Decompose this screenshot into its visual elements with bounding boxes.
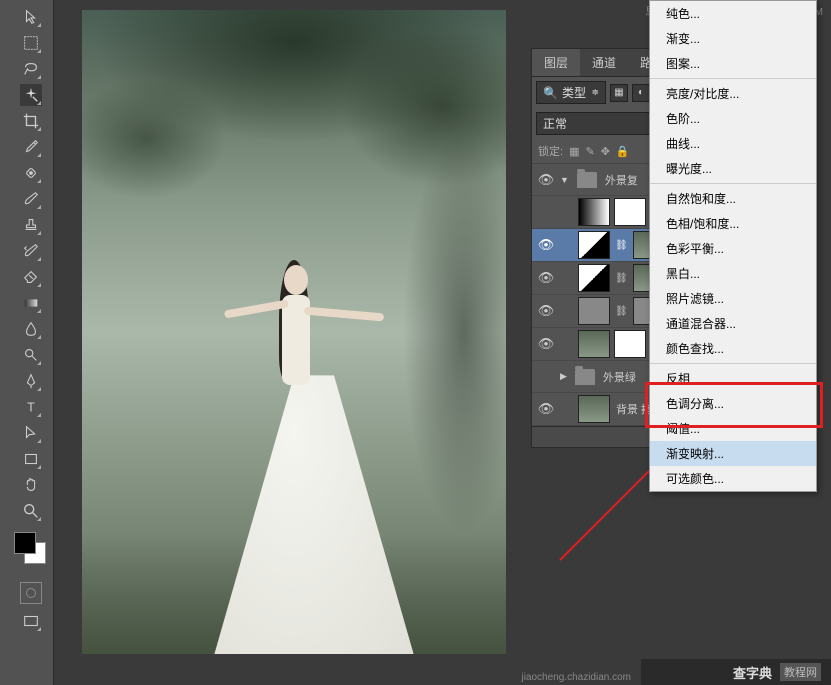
quick-mask-toggle[interactable] (8, 580, 53, 606)
filter-type-dropdown[interactable]: 🔍类型≑ (536, 81, 606, 104)
menu-item[interactable]: 曝光度... (650, 156, 816, 181)
menu-item[interactable]: 纯色... (650, 1, 816, 26)
menu-item[interactable]: 可选颜色... (650, 466, 816, 491)
layer-thumb (578, 297, 610, 325)
svg-text:T: T (27, 401, 35, 415)
lock-position-icon[interactable]: ✥ (601, 145, 610, 158)
site-footer: 查字典 教程网 (641, 659, 831, 685)
tab-layers[interactable]: 图层 (532, 49, 580, 76)
path-selection-tool[interactable] (20, 422, 42, 444)
magic-wand-tool[interactable] (20, 84, 42, 106)
blur-tool[interactable] (20, 318, 42, 340)
menu-item[interactable]: 色阶... (650, 106, 816, 131)
visibility-icon[interactable]: 👁 (536, 336, 556, 352)
menu-item[interactable]: 图案... (650, 51, 816, 76)
foreground-color[interactable] (14, 532, 36, 554)
adjustment-layer-menu: 纯色... 渐变... 图案... 亮度/对比度... 色阶... 曲线... … (649, 0, 817, 492)
lock-transparency-icon[interactable]: ▦ (569, 145, 579, 158)
menu-item[interactable]: 反相 (650, 366, 816, 391)
mask-thumb (614, 330, 646, 358)
menu-item-gradient-map[interactable]: 渐变映射... (650, 441, 816, 466)
menu-item[interactable]: 色彩平衡... (650, 236, 816, 261)
lock-all-icon[interactable]: 🔒 (616, 145, 630, 158)
visibility-icon[interactable]: 👁 (536, 172, 556, 188)
layer-thumb (578, 330, 610, 358)
link-icon: ⛓ (612, 273, 631, 284)
layer-thumb (578, 264, 610, 292)
folder-icon (575, 369, 595, 385)
dodge-tool[interactable] (20, 344, 42, 366)
eraser-tool[interactable] (20, 266, 42, 288)
folder-icon (577, 172, 597, 188)
expand-icon[interactable]: ▶ (556, 371, 571, 382)
zoom-tool[interactable] (20, 500, 42, 522)
visibility-icon[interactable]: 👁 (536, 303, 556, 319)
menu-item[interactable]: 色相/饱和度... (650, 211, 816, 236)
filter-adj-icon[interactable]: ◐ (632, 84, 650, 102)
stamp-tool[interactable] (20, 214, 42, 236)
menu-item[interactable]: 阈值... (650, 416, 816, 441)
menu-item[interactable]: 色调分离... (650, 391, 816, 416)
color-swatches[interactable] (14, 532, 47, 572)
link-icon: ⛓ (612, 306, 631, 317)
screen-mode[interactable] (20, 610, 42, 632)
menu-item[interactable]: 通道混合器... (650, 311, 816, 336)
eyedropper-tool[interactable] (20, 136, 42, 158)
history-brush-tool[interactable] (20, 240, 42, 262)
tools-panel: T (8, 0, 54, 685)
footer-url: jiaocheng.chazidian.com (521, 672, 631, 683)
expand-icon[interactable]: ▼ (556, 175, 573, 185)
menu-item[interactable]: 渐变... (650, 26, 816, 51)
menu-item[interactable]: 颜色查找... (650, 336, 816, 361)
layer-thumb (578, 395, 610, 423)
layer-thumb (578, 198, 610, 226)
canvas[interactable] (82, 10, 506, 654)
rectangle-tool[interactable] (20, 448, 42, 470)
visibility-icon[interactable]: 👁 (536, 237, 556, 253)
menu-item[interactable]: 自然饱和度... (650, 186, 816, 211)
menu-item[interactable]: 曲线... (650, 131, 816, 156)
pen-tool[interactable] (20, 370, 42, 392)
menu-item[interactable]: 黑白... (650, 261, 816, 286)
menu-item[interactable]: 照片滤镜... (650, 286, 816, 311)
layer-thumb (578, 231, 610, 259)
gradient-tool[interactable] (20, 292, 42, 314)
brush-tool[interactable] (20, 188, 42, 210)
lasso-tool[interactable] (20, 58, 42, 80)
lock-pixels-icon[interactable]: ✎ (585, 145, 594, 158)
marquee-tool[interactable] (20, 32, 42, 54)
visibility-icon[interactable]: 👁 (536, 270, 556, 286)
hand-tool[interactable] (20, 474, 42, 496)
mask-thumb (614, 198, 646, 226)
tab-channels[interactable]: 通道 (580, 49, 628, 76)
filter-pixel-icon[interactable]: ▦ (610, 84, 628, 102)
healing-tool[interactable] (20, 162, 42, 184)
crop-tool[interactable] (20, 110, 42, 132)
type-tool[interactable]: T (20, 396, 42, 418)
visibility-icon[interactable]: 👁 (536, 401, 556, 417)
move-tool[interactable] (20, 6, 42, 28)
link-icon: ⛓ (612, 240, 631, 251)
menu-item[interactable]: 亮度/对比度... (650, 81, 816, 106)
